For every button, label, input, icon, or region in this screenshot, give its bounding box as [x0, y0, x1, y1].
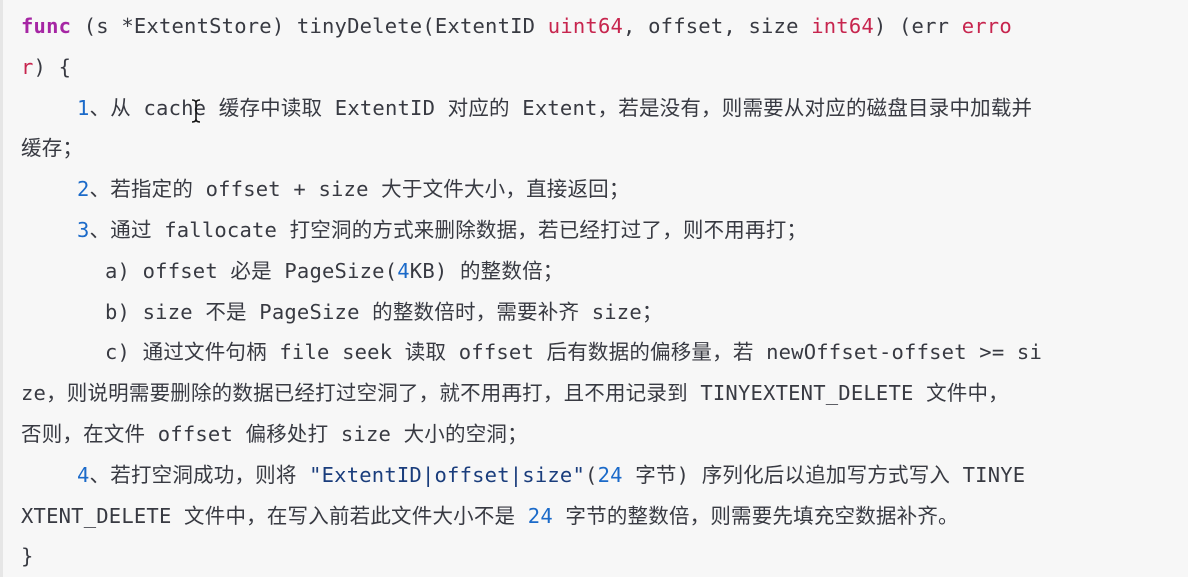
line-text: 字节的整数倍，则需要先填充空数据补齐。: [552, 503, 959, 528]
comment-line-2: 2、若指定的 offset + size 大于文件大小，直接返回；: [21, 169, 1188, 210]
inline-number: 24: [597, 462, 623, 487]
type-int64: int64: [811, 14, 874, 38]
line-text: 、从 cache 缓存中读取 ExtentID 对应的 Extent，若是没有，…: [89, 95, 1033, 120]
comment-line-1-cont: 缓存；: [21, 128, 1188, 169]
string-literal: "ExtentID|offset|size": [309, 462, 586, 487]
type-error-head: erro: [961, 14, 1012, 38]
comment-line-3c-cont2: 否则，在文件 offset 偏移处打 size 大小的空洞；: [21, 414, 1188, 455]
step-number: 3: [77, 217, 90, 242]
comment-line-4-cont: XTENT_DELETE 文件中，在写入前若此文件大小不是 24 字节的整数倍，…: [21, 496, 1188, 537]
type-uint64: uint64: [547, 14, 624, 38]
line-text: 字节) 序列化后以追加写方式写入 TINYE: [622, 462, 1026, 487]
params-text: , offset, size: [623, 14, 812, 38]
paren: (: [585, 462, 598, 487]
comment-line-3: 3、通过 fallocate 打空洞的方式来删除数据，若已经打过了，则不用再打；: [21, 210, 1188, 251]
line-text: c) 通过文件句柄 file seek 读取 offset 后有数据的偏移量，若…: [105, 340, 1042, 365]
brace-open: ) {: [33, 54, 72, 79]
comment-line-3c: c) 通过文件句柄 file seek 读取 offset 后有数据的偏移量，若…: [21, 332, 1188, 373]
inline-number: 24: [527, 503, 553, 528]
comment-line-3c-cont: ze，则说明需要删除的数据已经打过空洞了，就不用再打，且不用记录到 TINYEX…: [21, 373, 1188, 414]
line-text: b) size 不是 PageSize 的整数倍时，需要补齐 size；: [105, 299, 663, 324]
code-line-header: func (s *ExtentStore) tinyDelete(ExtentI…: [21, 6, 1188, 47]
comment-line-3b: b) size 不是 PageSize 的整数倍时，需要补齐 size；: [21, 292, 1188, 333]
text-cursor-icon: [191, 99, 201, 123]
line-text: KB) 的整数倍；: [409, 258, 564, 283]
line-text: 、通过 fallocate 打空洞的方式来删除数据，若已经打过了，则不用再打；: [89, 217, 808, 242]
keyword-func: func: [21, 14, 72, 38]
step-number: 1: [77, 95, 90, 120]
code-block: func (s *ExtentStore) tinyDelete(ExtentI…: [0, 0, 1188, 577]
line-text: 、若打空洞成功，则将: [89, 462, 310, 487]
code-line-closing: }: [21, 536, 1188, 577]
step-number: 2: [77, 177, 90, 202]
inline-number: 4: [397, 258, 410, 283]
code-line-header-cont: r) {: [21, 47, 1188, 88]
line-text: ze，则说明需要删除的数据已经打过空洞了，就不用再打，且不用记录到 TINYEX…: [21, 381, 1009, 406]
line-text: 缓存；: [21, 136, 84, 161]
step-number: 4: [77, 462, 90, 487]
line-text: 、若指定的 offset + size 大于文件大小，直接返回；: [89, 177, 630, 202]
line-text: XTENT_DELETE 文件中，在写入前若此文件大小不是: [21, 503, 528, 528]
comment-line-3a: a) offset 必是 PageSize(4KB) 的整数倍；: [21, 251, 1188, 292]
brace-close: }: [21, 544, 34, 569]
comment-line-4: 4、若打空洞成功，则将 "ExtentID|offset|size"(24 字节…: [21, 455, 1188, 496]
return-text: ) (err: [873, 14, 962, 38]
line-text: a) offset 必是 PageSize(: [105, 258, 398, 283]
type-error-tail: r: [21, 54, 34, 79]
receiver-text: (s *ExtentStore) tinyDelete(ExtentID: [71, 14, 548, 38]
line-text: 否则，在文件 offset 偏移处打 size 大小的空洞；: [21, 421, 528, 446]
